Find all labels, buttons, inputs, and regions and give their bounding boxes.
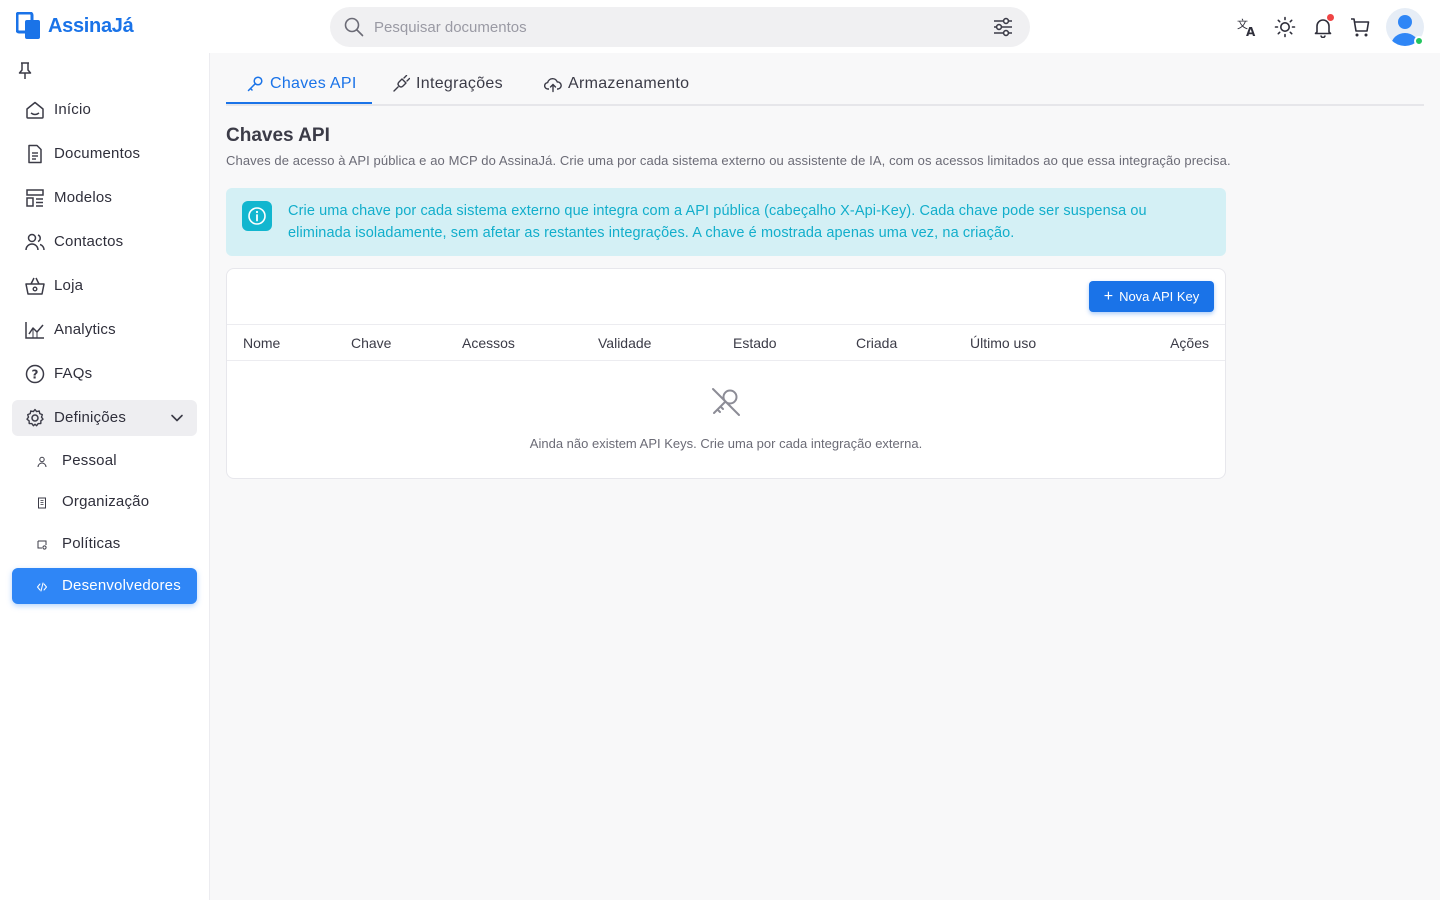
column-header-validade[interactable]: Validade [598,335,651,351]
tab-integracoes[interactable]: Integrações [392,64,503,104]
sidebar-item-inicio[interactable]: Início [12,92,197,128]
sidebar-item-label: Analytics [54,321,116,338]
key-off-icon [712,388,740,416]
online-status-dot [1414,36,1424,46]
policy-icon [37,540,47,550]
sidebar-subitem-label: Organização [62,493,150,510]
chevron-down-icon[interactable] [169,410,185,426]
column-header-ultimo-uso[interactable]: Último uso [970,335,1036,351]
sidebar-item-label: Contactos [54,233,124,250]
column-header-chave[interactable]: Chave [351,335,391,351]
document-icon [28,144,42,164]
gear-icon [26,408,44,427]
sidebar-item-label: Início [54,101,92,118]
api-keys-table-card: + Nova API Key Nome Chave Acessos Valida… [226,268,1226,479]
sidebar-item-modelos[interactable]: Modelos [12,180,197,216]
info-icon [242,201,272,231]
sidebar-subitem-desenvolvedores[interactable]: Desenvolvedores [12,568,197,604]
top-header: AssinaJá 文 A [0,0,1440,53]
plus-icon: + [1103,287,1114,305]
logo-text: AssinaJá [48,14,134,37]
sidebar-item-label: Loja [54,277,84,294]
table-header: Nome Chave Acessos Validade Estado Criad… [227,324,1225,361]
logo-icon [16,12,40,39]
info-text: Crie uma chave por cada sistema externo … [288,203,1147,241]
help-icon: ? [25,364,45,384]
sidebar-item-definicoes[interactable]: Definições [12,400,197,436]
sidebar-item-loja[interactable]: Loja [12,268,197,304]
code-icon [37,582,47,592]
sidebar-subitem-politicas[interactable]: Políticas [12,526,197,562]
building-icon [38,497,46,509]
column-header-nome[interactable]: Nome [243,335,280,351]
tab-label: Integrações [416,75,503,92]
tab-label: Chaves API [270,75,357,92]
svg-text:?: ? [32,368,39,382]
svg-text:A: A [1246,25,1256,38]
info-alert: Crie uma chave por cada sistema externo … [226,188,1226,256]
column-header-acoes: Ações [1170,335,1209,351]
tab-armazenamento[interactable]: Armazenamento [544,64,689,104]
sidebar: Início Documentos Modelos Contactos Loja… [0,53,210,900]
active-tab-indicator [226,102,372,104]
sidebar-item-analytics[interactable]: Analytics [12,312,197,348]
cart-icon[interactable] [1348,15,1372,39]
page-description: Chaves de acesso à API pública e ao MCP … [226,153,1231,168]
sidebar-item-label: FAQs [54,365,93,382]
template-icon [26,189,44,207]
search-bar[interactable] [330,7,1030,47]
search-input[interactable] [374,15,974,39]
sidebar-item-label: Documentos [54,145,141,162]
sidebar-item-label: Definições [54,409,127,426]
tab-bar: Chaves API Integrações Armazenamento [226,64,1424,106]
theme-sun-icon[interactable] [1273,15,1297,39]
sidebar-item-faqs[interactable]: ? FAQs [12,356,197,392]
sidebar-subitem-label: Políticas [62,535,121,552]
translate-icon[interactable]: 文 A [1235,15,1259,39]
sidebar-item-contactos[interactable]: Contactos [12,224,197,260]
notification-badge [1327,14,1334,21]
new-api-key-button[interactable]: + Nova API Key [1089,281,1214,312]
page-title: Chaves API [226,125,330,146]
person-icon [37,456,47,468]
sidebar-subitem-organizacao[interactable]: Organização [12,484,197,520]
filter-icon[interactable] [992,17,1014,37]
app-logo[interactable]: AssinaJá [16,12,134,40]
contacts-icon [25,233,45,251]
pin-icon[interactable] [16,61,34,81]
new-api-key-label: Nova API Key [1119,289,1200,304]
analytics-icon [25,322,44,339]
sidebar-item-label: Modelos [54,189,113,206]
plug-icon [393,75,410,92]
sidebar-subitem-pessoal[interactable]: Pessoal [12,443,197,479]
sidebar-subitem-label: Desenvolvedores [62,577,181,594]
column-header-estado[interactable]: Estado [733,335,777,351]
store-icon [25,277,45,295]
sidebar-item-documentos[interactable]: Documentos [12,136,197,172]
tab-chaves-api[interactable]: Chaves API [246,64,357,104]
empty-state-text: Ainda não existem API Keys. Crie uma por… [529,436,923,451]
column-header-criada[interactable]: Criada [856,335,897,351]
sidebar-subitem-label: Pessoal [62,452,117,469]
tab-label: Armazenamento [568,75,690,92]
key-icon [247,76,263,92]
home-icon [26,101,44,119]
search-icon [344,17,364,37]
cloud-upload-icon [544,78,562,93]
column-header-acessos[interactable]: Acessos [462,335,515,351]
